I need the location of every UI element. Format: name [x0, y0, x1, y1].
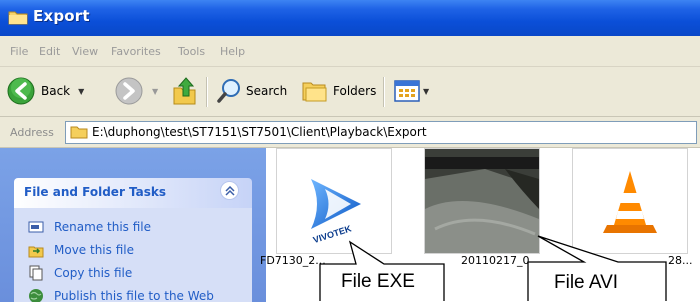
toolbar: Back ▼ ▼ Search Folders ▼ — [0, 67, 700, 117]
menu-file[interactable]: File — [10, 45, 28, 58]
explorer-window: Export File Edit View Favorites Tools He… — [0, 0, 700, 302]
folder-icon — [8, 11, 28, 25]
back-button[interactable]: Back ▼ — [6, 75, 84, 107]
task-pane: File and Folder Tasks Rename this file M… — [0, 148, 266, 302]
forward-arrow-icon — [115, 77, 143, 105]
folders-label: Folders — [333, 84, 377, 98]
views-button[interactable]: ▼ — [393, 75, 429, 107]
task-panel-title: File and Folder Tasks — [24, 185, 167, 199]
menu-tools[interactable]: Tools — [178, 45, 205, 58]
views-dropdown-icon[interactable]: ▼ — [423, 87, 429, 96]
vivotek-player-icon: VIVOTEK — [311, 179, 361, 245]
search-icon — [217, 79, 240, 103]
menu-favorites[interactable]: Favorites — [111, 45, 161, 58]
folders-button[interactable]: Folders — [301, 75, 376, 107]
address-label: Address — [10, 126, 54, 139]
address-input[interactable]: E:\duphong\test\ST7151\ST7501\Client\Pla… — [65, 121, 697, 144]
file-view: VIVOTEK FD7130_2... 20110217_0... 28... … — [260, 148, 700, 302]
search-button[interactable]: Search — [216, 75, 287, 107]
back-arrow-icon — [7, 77, 35, 105]
back-dropdown-icon[interactable]: ▼ — [78, 87, 84, 96]
up-folder-icon — [173, 77, 196, 105]
move-icon — [28, 246, 44, 258]
menu-help[interactable]: Help — [220, 45, 245, 58]
rename-icon — [28, 221, 44, 233]
title-bar[interactable]: Export — [0, 0, 700, 36]
folders-icon — [302, 82, 327, 102]
menu-bar: File Edit View Favorites Tools Help — [0, 36, 700, 67]
toolbar-separator — [383, 77, 385, 107]
address-bar: Address E:\duphong\test\ST7151\ST7501\Cl… — [0, 117, 700, 148]
address-path: E:\duphong\test\ST7151\ST7501\Client\Pla… — [92, 125, 427, 139]
publish-icon — [29, 289, 43, 302]
up-folder-button[interactable] — [172, 75, 198, 107]
folder-icon — [70, 126, 88, 139]
forward-button[interactable]: ▼ — [114, 75, 158, 107]
collapse-chevron-icon[interactable] — [220, 181, 239, 200]
window-title: Export — [33, 7, 90, 25]
file-thumbnail[interactable]: VIVOTEK — [276, 148, 392, 254]
back-label: Back — [41, 84, 71, 98]
menu-edit[interactable]: Edit — [39, 45, 60, 58]
copy-icon — [29, 265, 43, 281]
toolbar-separator — [206, 77, 208, 107]
search-label: Search — [246, 84, 288, 98]
menu-view[interactable]: View — [72, 45, 98, 58]
callout-avi-label: File AVI — [554, 272, 619, 293]
forward-dropdown-icon[interactable]: ▼ — [152, 87, 158, 96]
views-icon — [394, 80, 420, 102]
callout-exe-label: File EXE — [341, 271, 415, 292]
